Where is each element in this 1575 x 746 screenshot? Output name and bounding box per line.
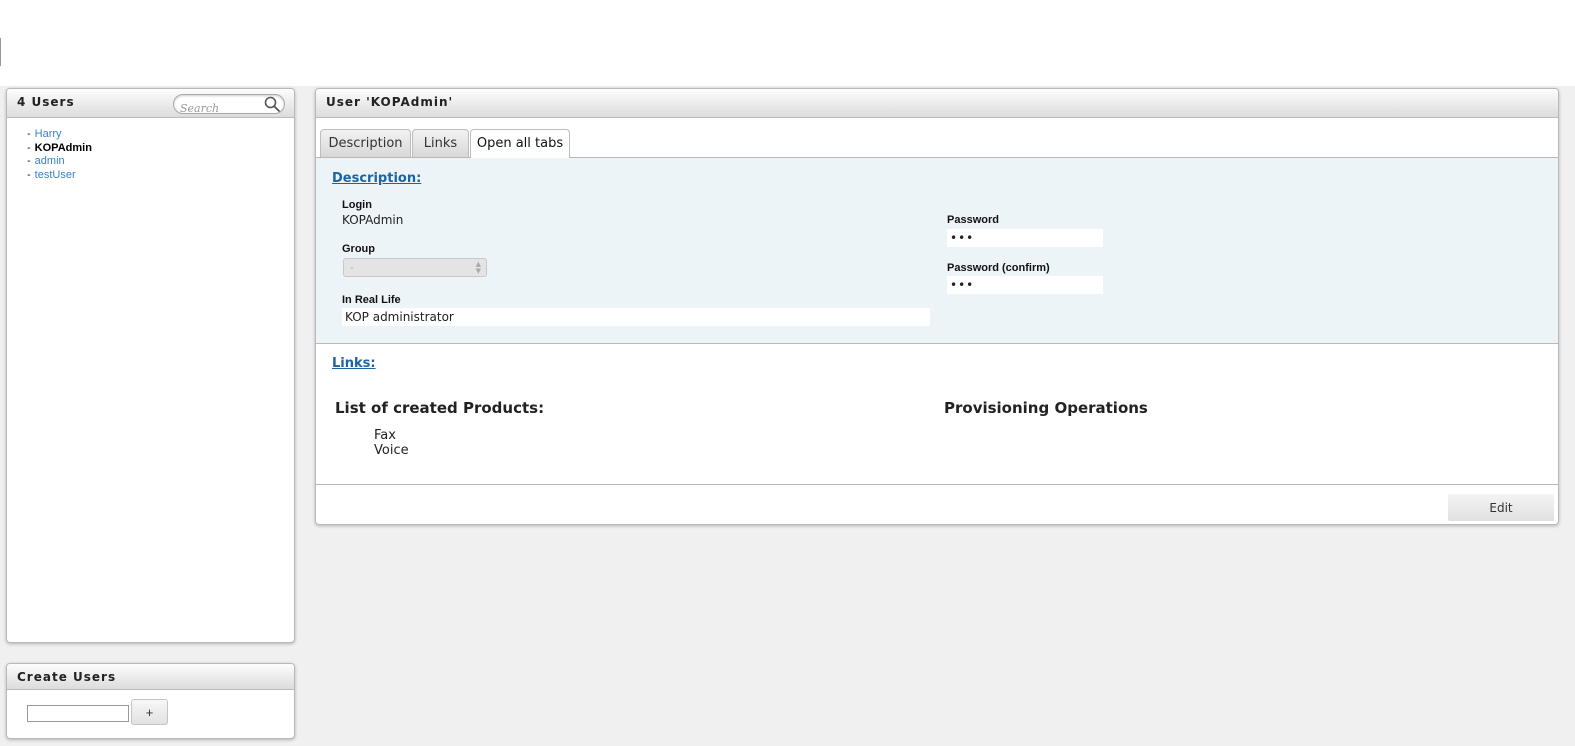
real-life-input[interactable] xyxy=(342,308,930,326)
user-link-harry[interactable]: Harry xyxy=(35,128,62,140)
list-dash: - xyxy=(27,155,31,167)
list-item: - admin xyxy=(27,155,294,169)
list-dash: - xyxy=(27,128,31,140)
password-input[interactable] xyxy=(947,229,1103,247)
list-item: - KOPAdmin xyxy=(27,142,294,156)
create-users-header: Create Users xyxy=(7,664,294,690)
list-item: - Harry xyxy=(27,128,294,142)
group-label: Group xyxy=(342,243,375,255)
links-heading[interactable]: Links: xyxy=(332,356,376,371)
top-bar-edge xyxy=(0,38,1,66)
password-label: Password xyxy=(947,214,999,226)
product-item-voice: Voice xyxy=(374,443,409,458)
user-detail-panel: User 'KOPAdmin' Description Links Open a… xyxy=(315,88,1559,525)
select-arrows-icon: ▲ ▼ xyxy=(475,260,481,275)
user-detail-title: User 'KOPAdmin' xyxy=(326,95,454,109)
user-detail-header: User 'KOPAdmin' xyxy=(316,89,1558,118)
description-section: Description: Login KOPAdmin Group - ▲ ▼ I… xyxy=(316,158,1558,344)
products-heading: List of created Products: xyxy=(335,399,545,417)
group-select-value: - xyxy=(350,263,354,274)
search-box[interactable] xyxy=(173,94,285,118)
add-user-button[interactable]: + xyxy=(131,699,168,725)
real-life-label: In Real Life xyxy=(342,294,401,306)
users-panel-header: 4 Users xyxy=(7,89,294,118)
create-users-panel: Create Users + xyxy=(6,663,295,739)
password-confirm-input[interactable] xyxy=(947,276,1103,294)
list-item: - testUser xyxy=(27,169,294,183)
user-link-admin[interactable]: admin xyxy=(35,155,65,167)
tab-description[interactable]: Description xyxy=(320,129,411,157)
top-bar xyxy=(0,0,1575,86)
product-item-fax: Fax xyxy=(374,428,396,443)
login-value: KOPAdmin xyxy=(342,213,404,227)
list-dash: - xyxy=(27,168,31,181)
search-input[interactable] xyxy=(180,99,264,118)
edit-button[interactable]: Edit xyxy=(1448,494,1554,521)
tab-bar: Description Links Open all tabs xyxy=(316,118,1558,158)
user-list: - Harry - KOPAdmin - admin - testUser xyxy=(7,118,294,182)
tab-open-all-tabs[interactable]: Open all tabs xyxy=(470,129,570,158)
detail-footer: Edit xyxy=(316,484,1558,524)
user-link-kopadmin[interactable]: KOPAdmin xyxy=(35,142,92,154)
links-section: Links: List of created Products: Fax Voi… xyxy=(316,344,1558,484)
password-confirm-label: Password (confirm) xyxy=(947,262,1050,274)
users-panel: 4 Users -Harry -KOPAdmin -admin -testUse… xyxy=(6,88,295,643)
description-heading[interactable]: Description: xyxy=(332,171,421,186)
user-link-testuser[interactable]: testUser xyxy=(35,169,76,181)
search-icon[interactable] xyxy=(264,96,280,112)
create-users-title: Create Users xyxy=(17,670,117,684)
list-dash: - xyxy=(27,141,31,154)
group-select[interactable]: - ▲ ▼ xyxy=(343,258,487,277)
tab-links[interactable]: Links xyxy=(412,129,469,157)
new-user-input[interactable] xyxy=(27,705,129,722)
provisioning-heading: Provisioning Operations xyxy=(944,399,1148,417)
login-label: Login xyxy=(342,199,372,211)
users-count-title: 4 Users xyxy=(17,95,75,109)
